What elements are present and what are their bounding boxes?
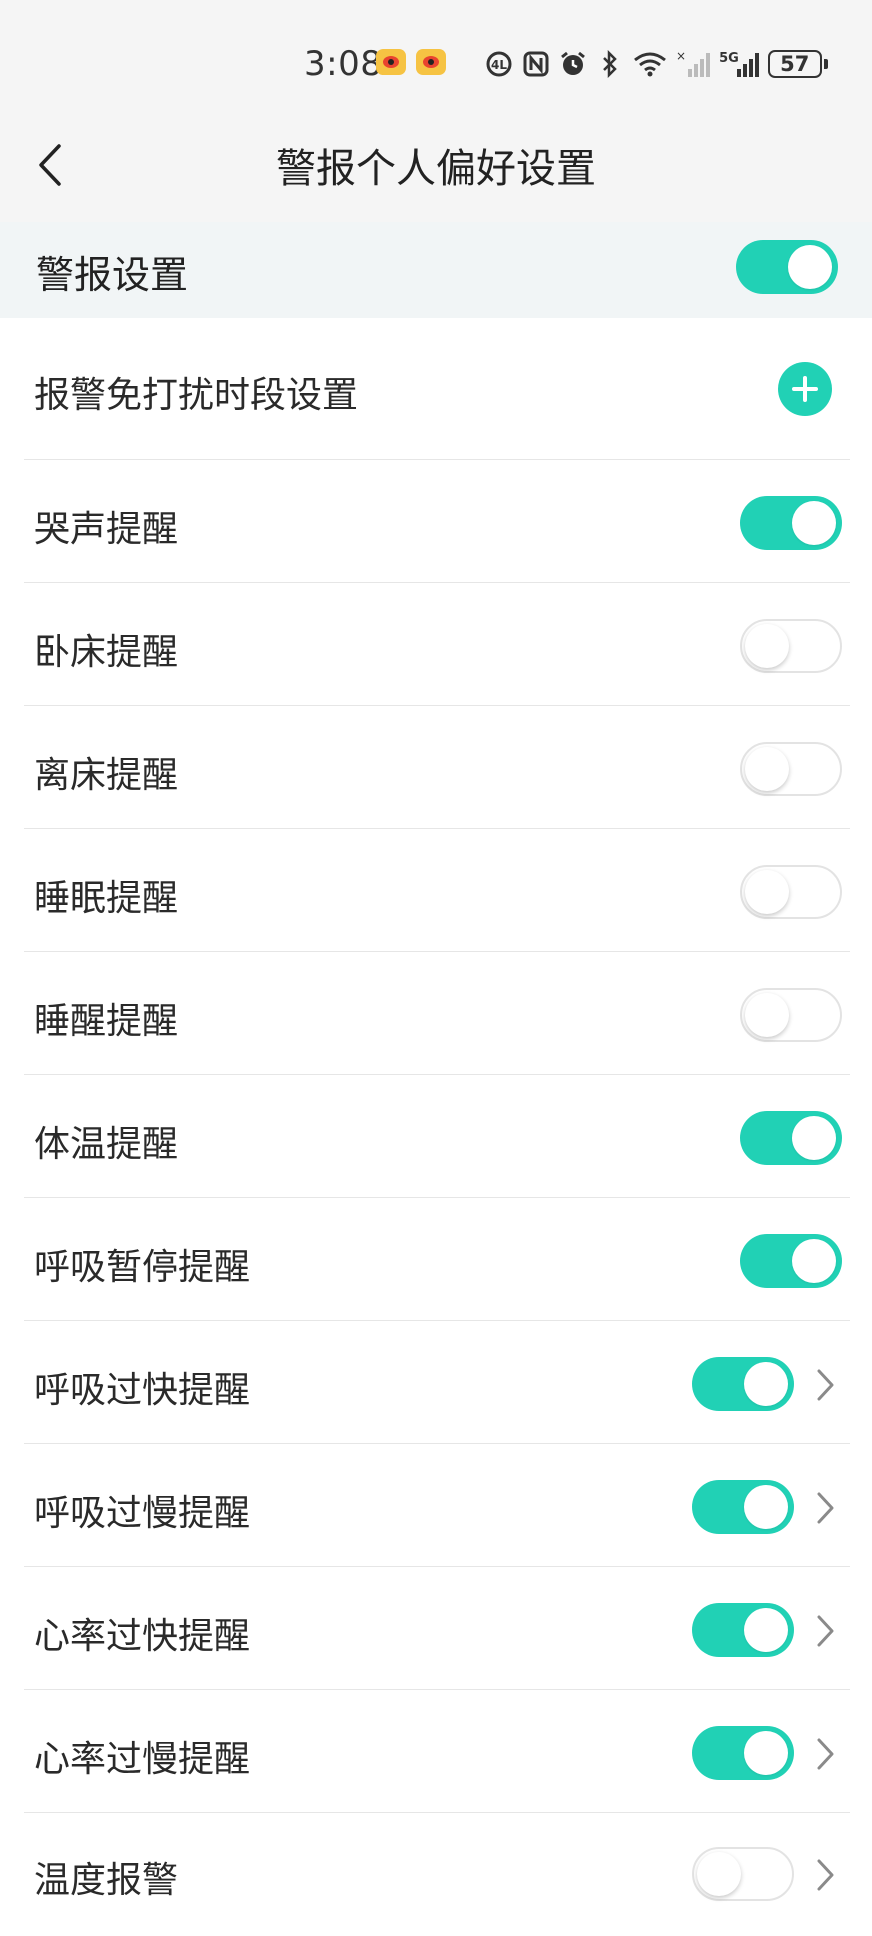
alert-row[interactable]: 呼吸过快提醒	[24, 1321, 850, 1444]
chevron-right-icon[interactable]	[810, 1734, 840, 1774]
toggle-knob	[744, 1485, 788, 1529]
alert-label: 心率过快提醒	[34, 1616, 251, 1657]
alert-toggle[interactable]	[692, 1726, 794, 1780]
alert-row: 睡眠提醒	[24, 829, 850, 952]
navigation-bar: 警报个人偏好设置	[0, 110, 872, 222]
alert-row: 离床提醒	[24, 706, 850, 829]
alert-label: 呼吸过慢提醒	[34, 1493, 251, 1534]
chevron-right-icon[interactable]	[810, 1855, 840, 1895]
weibo-notification-icon	[416, 49, 446, 75]
alert-toggle[interactable]	[740, 865, 842, 919]
alert-label: 体温提醒	[34, 1124, 179, 1165]
alert-row[interactable]: 心率过快提醒	[24, 1567, 850, 1690]
alert-settings-master-toggle[interactable]	[736, 240, 838, 294]
alert-toggle[interactable]	[740, 1111, 842, 1165]
alarm-icon	[559, 50, 587, 78]
alert-label: 温度报警	[34, 1860, 179, 1901]
status-time: 3:08	[304, 44, 383, 84]
toggle-knob	[745, 870, 789, 914]
alert-label: 睡眠提醒	[34, 878, 179, 919]
chevron-right-icon[interactable]	[810, 1365, 840, 1405]
signal-weak-icon: ×	[676, 50, 711, 77]
toggle-knob	[792, 1239, 836, 1283]
toggle-knob	[744, 1731, 788, 1775]
alert-toggle[interactable]	[692, 1847, 794, 1901]
alert-toggle[interactable]	[740, 619, 842, 673]
alert-toggle[interactable]	[692, 1603, 794, 1657]
toggle-knob	[792, 1116, 836, 1160]
battery-icon: 57	[767, 50, 828, 78]
alert-row: 卧床提醒	[24, 583, 850, 706]
signal-icon: 5G	[719, 51, 759, 77]
alert-toggle[interactable]	[692, 1480, 794, 1534]
status-icons: 4L × 5G 57	[485, 46, 828, 82]
alert-row[interactable]: 心率过慢提醒	[24, 1690, 850, 1813]
nfc-icon	[522, 50, 550, 78]
dnd-period-label: 报警免打扰时段设置	[34, 375, 359, 416]
toggle-knob	[744, 1608, 788, 1652]
alert-toggle[interactable]	[740, 1234, 842, 1288]
alert-toggle[interactable]	[740, 496, 842, 550]
toggle-knob	[745, 624, 789, 668]
alert-label: 离床提醒	[34, 755, 179, 796]
toggle-knob	[697, 1852, 741, 1896]
alert-settings-label: 警报设置	[36, 253, 189, 297]
chevron-right-icon[interactable]	[810, 1488, 840, 1528]
toggle-knob	[792, 501, 836, 545]
alert-row: 体温提醒	[24, 1075, 850, 1198]
battery-level: 57	[767, 50, 822, 78]
toggle-knob	[745, 747, 789, 791]
status-bar: 3:08 4L × 5G 57	[0, 0, 872, 110]
alert-row: 哭声提醒	[24, 460, 850, 583]
alert-label: 卧床提醒	[34, 632, 179, 673]
alert-row[interactable]: 温度报警	[24, 1813, 850, 1936]
alert-toggle[interactable]	[740, 988, 842, 1042]
alert-row: 睡醒提醒	[24, 952, 850, 1075]
hd-call-icon: 4L	[485, 50, 513, 78]
page-title: 警报个人偏好设置	[276, 146, 596, 192]
add-dnd-period-button[interactable]	[778, 362, 832, 416]
alert-label: 呼吸过快提醒	[34, 1370, 251, 1411]
weibo-notification-icon	[376, 49, 406, 75]
svg-text:4L: 4L	[491, 58, 507, 72]
toggle-knob	[745, 993, 789, 1037]
alert-row[interactable]: 呼吸过慢提醒	[24, 1444, 850, 1567]
alert-label: 呼吸暂停提醒	[34, 1247, 251, 1288]
bluetooth-icon	[596, 50, 624, 78]
alert-label: 哭声提醒	[34, 509, 179, 550]
alert-row: 呼吸暂停提醒	[24, 1198, 850, 1321]
toggle-knob	[744, 1362, 788, 1406]
alert-toggle[interactable]	[740, 742, 842, 796]
plus-icon	[792, 376, 818, 402]
wifi-icon	[633, 50, 667, 78]
chevron-right-icon[interactable]	[810, 1611, 840, 1651]
alert-toggle[interactable]	[692, 1357, 794, 1411]
alert-label: 心率过慢提醒	[34, 1739, 251, 1780]
alert-settings-master-row: 警报设置	[0, 222, 872, 318]
alert-label: 睡醒提醒	[34, 1001, 179, 1042]
dnd-period-row[interactable]: 报警免打扰时段设置	[24, 318, 850, 460]
